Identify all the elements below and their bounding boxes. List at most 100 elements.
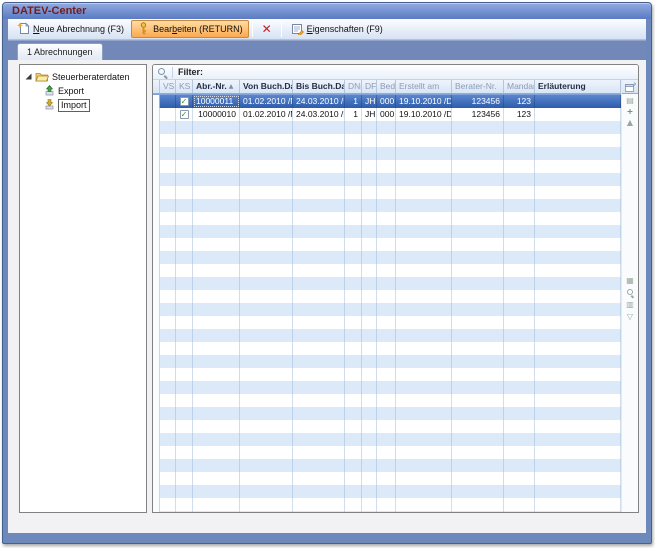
row-checkbox[interactable]: ✓: [180, 110, 189, 119]
empty-cell: [153, 225, 160, 238]
table-cell[interactable]: 123456: [452, 95, 504, 108]
table-cell[interactable]: 000: [377, 108, 396, 121]
empty-cell: [377, 290, 396, 303]
empty-row: [153, 199, 621, 212]
empty-cell: [377, 316, 396, 329]
tree-expander-icon[interactable]: [25, 72, 32, 82]
empty-cell: [153, 485, 160, 498]
table-cell[interactable]: 123456: [452, 108, 504, 121]
table-cell[interactable]: ✓: [176, 108, 193, 121]
columns-icon[interactable]: ▥: [626, 300, 634, 309]
tree-item-import[interactable]: Import: [20, 98, 146, 112]
pin-icon[interactable]: ▤: [626, 96, 634, 105]
delete-button[interactable]: ✕: [256, 20, 278, 38]
plus-icon[interactable]: +: [627, 107, 634, 116]
table-cell[interactable]: 01.02.2010 /Mo: [240, 95, 293, 108]
filter-funnel-icon[interactable]: ▽: [627, 312, 633, 321]
bearbeiten-button[interactable]: Bearbeiten (RETURN): [131, 20, 249, 38]
table-cell[interactable]: JH: [362, 108, 377, 121]
triangle-up-icon[interactable]: ▲: [627, 118, 633, 127]
table-cell[interactable]: [535, 108, 621, 121]
table-cell[interactable]: 24.03.2010 /Mi: [293, 108, 345, 121]
column-header[interactable]: DNr.: [345, 80, 362, 93]
empty-cell: [153, 498, 160, 511]
table-cell[interactable]: 19.10.2010 /Di: [396, 95, 452, 108]
empty-cell: [452, 459, 504, 472]
new-abrechnung-button[interactable]: Neue Abrechnung (F3): [11, 20, 130, 38]
column-header-label: DF: [365, 80, 376, 93]
column-header[interactable]: Abr.-Nr.▲: [193, 80, 240, 93]
open-folder-icon: [35, 71, 49, 84]
table-cell[interactable]: 10000010: [193, 108, 240, 121]
table-cell[interactable]: [160, 108, 176, 121]
column-header[interactable]: Mandan: [504, 80, 535, 93]
empty-cell: [396, 173, 452, 186]
empty-cell: [193, 459, 240, 472]
table-cell[interactable]: 01.02.2010 /Mo: [240, 108, 293, 121]
table-cell[interactable]: [153, 95, 160, 108]
empty-cell: [504, 290, 535, 303]
table-cell[interactable]: 19.10.2010 /Di: [396, 108, 452, 121]
empty-cell: [176, 485, 193, 498]
column-header[interactable]: KS: [176, 80, 193, 93]
table-cell[interactable]: 1: [345, 95, 362, 108]
empty-cell: [504, 433, 535, 446]
magnifier-small-icon[interactable]: [626, 288, 635, 297]
sort-asc-icon: ▲: [229, 80, 234, 93]
column-header[interactable]: Bed: [377, 80, 396, 93]
column-header[interactable]: Berater-Nr.: [452, 80, 504, 93]
empty-row: [153, 485, 621, 498]
column-header[interactable]: DF: [362, 80, 377, 93]
empty-cell: [396, 459, 452, 472]
row-checkbox[interactable]: ✓: [180, 97, 189, 106]
empty-cell: [160, 303, 176, 316]
table-cell[interactable]: 123: [504, 108, 535, 121]
column-header[interactable]: Erläuterung: [535, 80, 621, 93]
empty-cell: [153, 511, 160, 512]
empty-cell: [396, 433, 452, 446]
table-cell[interactable]: [535, 95, 621, 108]
table-cell[interactable]: 10000011: [193, 95, 240, 108]
column-header[interactable]: Von Buch.Datum: [240, 80, 293, 93]
grid-view-icon[interactable]: ▦: [626, 276, 634, 285]
empty-cell: [377, 433, 396, 446]
title-bar[interactable]: DATEV-Center: [3, 3, 651, 19]
empty-row: [153, 134, 621, 147]
empty-cell: [377, 329, 396, 342]
column-header[interactable]: VS: [160, 80, 176, 93]
table-cell[interactable]: [153, 108, 160, 121]
table-row[interactable]: ✓ 1000001101.02.2010 /Mo24.03.2010 /Mi1JH…: [153, 94, 621, 108]
column-header[interactable]: [153, 80, 160, 93]
empty-cell: [293, 394, 345, 407]
table-cell[interactable]: [160, 95, 176, 108]
filter-bar[interactable]: Filter:: [153, 65, 638, 80]
empty-cell: [193, 472, 240, 485]
table-cell[interactable]: 000: [377, 95, 396, 108]
new-document-icon: [17, 22, 30, 37]
table-cell[interactable]: 123: [504, 95, 535, 108]
eigenschaften-button[interactable]: Eigenschaften (F9): [285, 20, 389, 38]
empty-cell: [193, 264, 240, 277]
column-header[interactable]: Bis Buch.Datum: [293, 80, 345, 93]
table-cell[interactable]: ✓: [176, 95, 193, 108]
column-header[interactable]: Erstellt am: [396, 80, 452, 93]
empty-cell: [345, 459, 362, 472]
table-cell[interactable]: JH: [362, 95, 377, 108]
empty-cell: [345, 342, 362, 355]
empty-cell: [362, 446, 377, 459]
tab-abrechnungen[interactable]: 1 Abrechnungen: [17, 43, 103, 60]
tree-item-steuerberaterdaten[interactable]: Steuerberaterdaten: [20, 70, 146, 84]
empty-cell: [293, 355, 345, 368]
table-row[interactable]: ✓ 1000001001.02.2010 /Mo24.03.2010 /Mi1JH…: [153, 108, 621, 121]
empty-row: [153, 459, 621, 472]
column-chooser-button[interactable]: [622, 80, 638, 94]
table-cell[interactable]: 24.03.2010 /Mi: [293, 95, 345, 108]
empty-cell: [345, 290, 362, 303]
table-cell[interactable]: 1: [345, 108, 362, 121]
column-header-label: Erläuterung: [538, 80, 586, 93]
empty-cell: [504, 472, 535, 485]
empty-cell: [293, 186, 345, 199]
empty-cell: [176, 173, 193, 186]
tree-item-export[interactable]: Export: [20, 84, 146, 98]
empty-cell: [396, 251, 452, 264]
